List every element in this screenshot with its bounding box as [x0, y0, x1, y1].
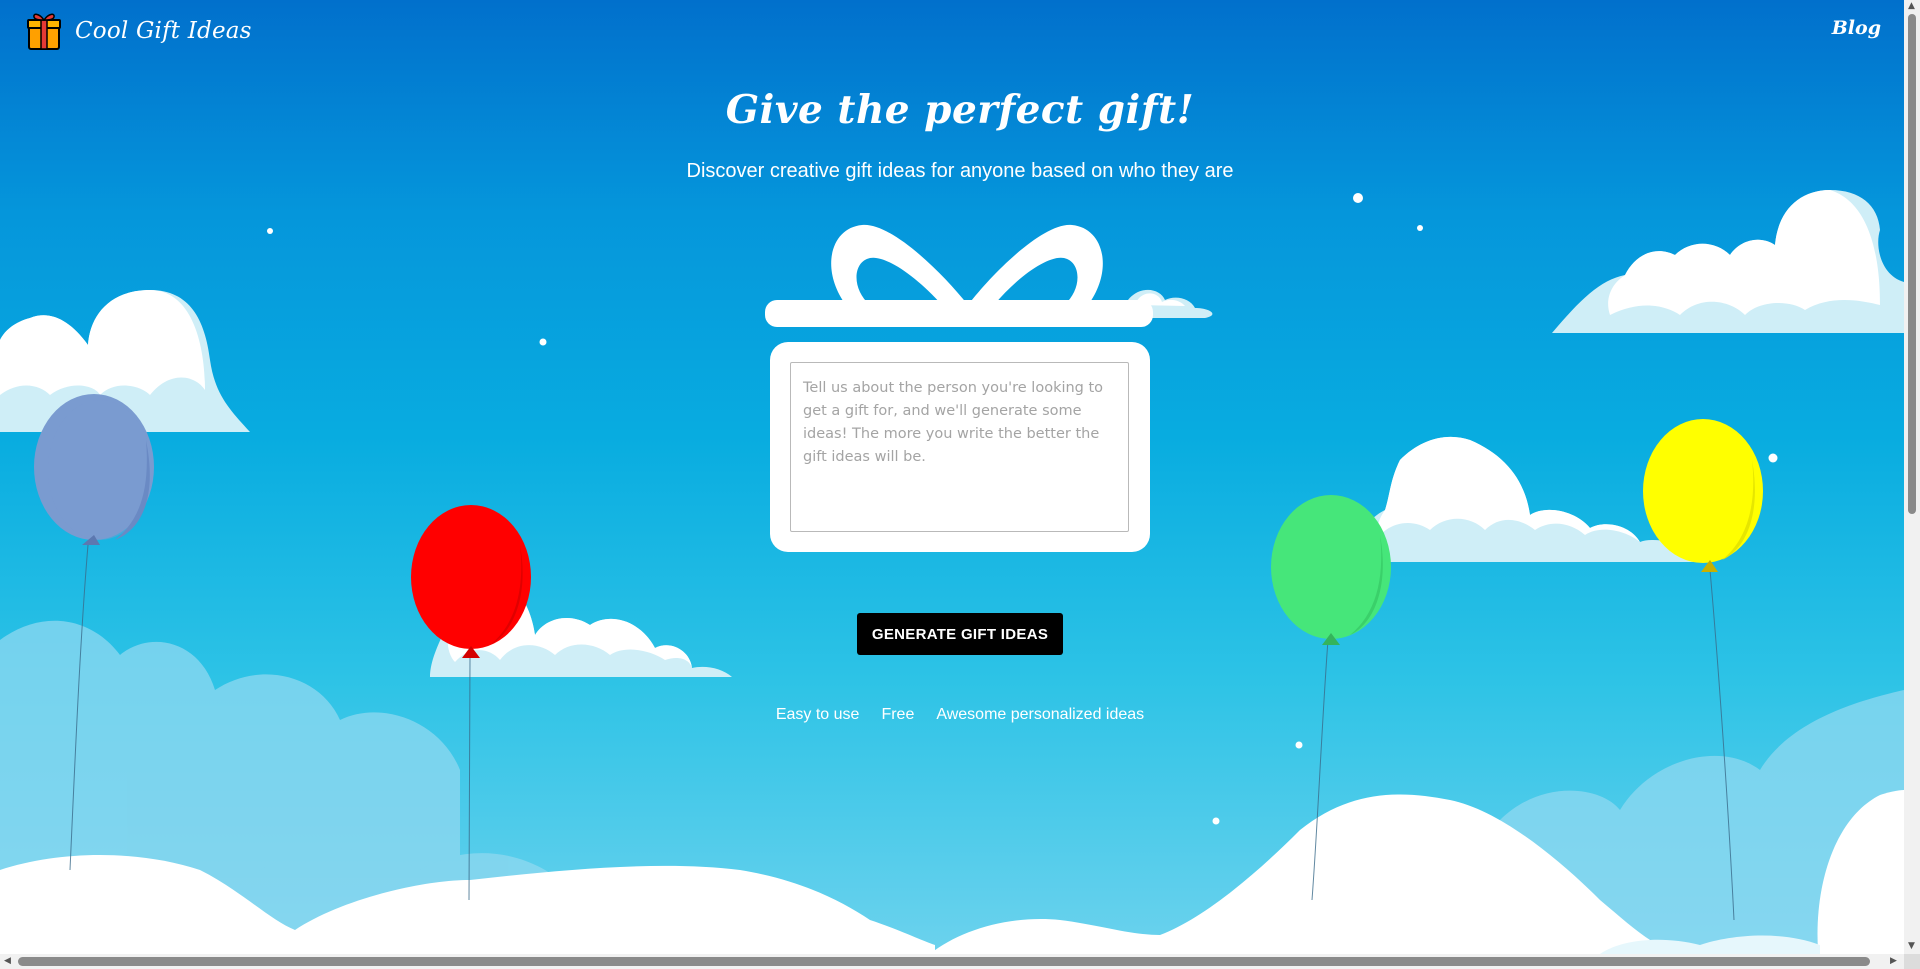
- cloud-top-right: [1552, 190, 1904, 333]
- brand-logo-link[interactable]: Cool Gift Ideas: [27, 11, 252, 51]
- feature-list: Easy to use Free Awesome personalized id…: [0, 706, 1920, 724]
- scroll-down-icon[interactable]: ▼: [1908, 942, 1915, 951]
- page: Cool Gift Ideas Blog Give the perfect gi…: [0, 0, 1920, 969]
- feature-item: Free: [881, 706, 915, 723]
- page-title: Give the perfect gift!: [725, 87, 1195, 133]
- feature-item: Easy to use: [775, 706, 860, 723]
- vertical-scrollbar[interactable]: ▲ ▼: [1904, 0, 1920, 954]
- scrollbar-corner: [1904, 954, 1920, 969]
- scroll-right-icon[interactable]: ▶: [1890, 957, 1897, 966]
- scroll-up-icon[interactable]: ▲: [1908, 2, 1915, 11]
- horizontal-scrollbar[interactable]: ◀ ▶: [0, 954, 1904, 969]
- vertical-scroll-thumb[interactable]: [1908, 14, 1916, 514]
- balloon-green: [1271, 495, 1391, 645]
- feature-item: Awesome personalized ideas: [936, 706, 1145, 723]
- page-subtitle: Discover creative gift ideas for anyone …: [686, 160, 1234, 182]
- gift-icon: [27, 13, 61, 50]
- scroll-left-icon[interactable]: ◀: [4, 957, 11, 966]
- horizontal-scroll-thumb[interactable]: [18, 957, 1870, 966]
- generate-gift-ideas-button[interactable]: GENERATE GIFT IDEAS: [857, 613, 1063, 655]
- gift-lid: [765, 300, 1153, 327]
- brand-name: Cool Gift Ideas: [75, 18, 252, 44]
- blog-link[interactable]: Blog: [1832, 17, 1881, 39]
- person-description-input[interactable]: [790, 362, 1129, 532]
- balloon-blue: [34, 394, 154, 545]
